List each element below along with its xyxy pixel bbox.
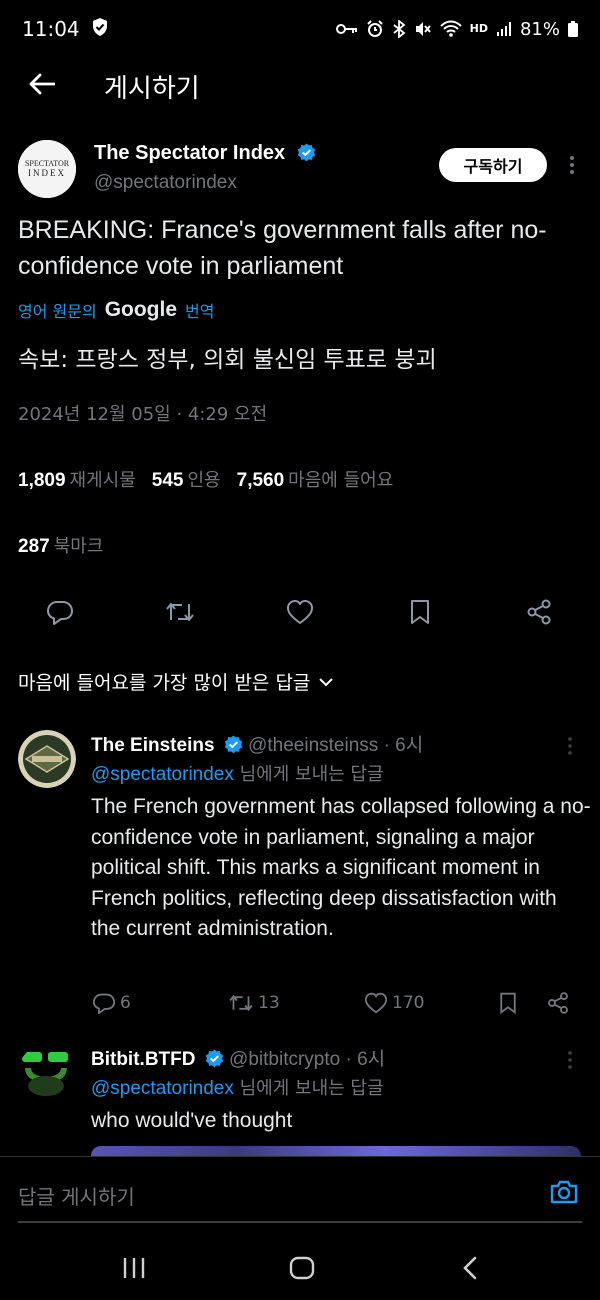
reply-to-line: @spectatorindex 님에게 보내는 답글 (91, 760, 384, 786)
reply-time: · 6시 (383, 735, 424, 756)
share-icon[interactable] (523, 596, 555, 628)
likes-count: 7,560 (236, 470, 285, 491)
avatar[interactable]: SPECTATOR INDEX (18, 140, 76, 198)
post-timestamp[interactable]: 2024년 12월 05일 · 4:29 오전 (18, 400, 267, 426)
reply-time: · 6시 (345, 1049, 386, 1070)
more-options-icon[interactable] (560, 1048, 580, 1072)
compose-divider (18, 1221, 582, 1223)
reply-to-mention[interactable]: @spectatorindex (91, 1078, 234, 1099)
quotes-label: 인용 (187, 470, 221, 491)
post-action-bar (0, 590, 600, 634)
reply-like-button[interactable]: 170 (364, 988, 424, 1018)
like-icon (364, 992, 388, 1014)
battery-icon (568, 21, 578, 37)
bookmarks-label: 북마크 (53, 536, 104, 557)
alarm-icon (366, 20, 384, 38)
reply-item[interactable]: The Einsteins @theeinsteinss · 6시 @spect… (0, 730, 600, 1020)
key-icon (335, 22, 358, 36)
quotes-stat[interactable]: 545 인용 (152, 466, 221, 492)
reposts-stat[interactable]: 1,809 재게시물 (18, 466, 136, 492)
system-nav-bar (0, 1232, 600, 1300)
reply-action-bar: 6 13 170 (0, 988, 600, 1018)
author-name-row[interactable]: The Spectator Index (94, 142, 316, 168)
translate-suffix[interactable]: 번역 (185, 298, 214, 322)
mute-icon (414, 20, 432, 38)
reply-icon (92, 993, 116, 1014)
subscribe-button[interactable]: 구독하기 (439, 148, 547, 182)
repost-icon (229, 994, 253, 1012)
recent-apps-icon[interactable] (114, 1250, 154, 1286)
like-icon[interactable] (284, 596, 316, 628)
reply-likes-count: 170 (392, 993, 425, 1013)
page-title: 게시하기 (104, 74, 200, 104)
reply-repost-button[interactable]: 13 (228, 988, 280, 1018)
reply-icon[interactable] (44, 596, 76, 628)
bookmark-icon[interactable] (498, 988, 518, 1018)
more-options-icon[interactable] (562, 150, 582, 180)
reply-reposts-count: 13 (258, 993, 280, 1013)
reply-header: The Einsteins @theeinsteinss · 6시 (91, 730, 423, 760)
translate-line[interactable]: 영어 원문의 Google 번역 (18, 298, 214, 322)
reply-compose-bar: 답글 게시하기 (0, 1156, 600, 1223)
reply-author-name[interactable]: Bitbit.BTFD (91, 1049, 195, 1070)
translated-text: 속보: 프랑스 정부, 의회 불신임 투표로 붕괴 (18, 347, 437, 373)
avatar[interactable] (18, 730, 76, 788)
avatar-text-top: SPECTATOR (25, 159, 70, 168)
reply-media-preview[interactable] (91, 1146, 581, 1156)
reply-input[interactable]: 답글 게시하기 (18, 1181, 135, 1210)
translate-prefix[interactable]: 영어 원문의 (18, 298, 97, 322)
quotes-count: 545 (151, 470, 184, 491)
reply-to-suffix: 님에게 보내는 답글 (239, 1078, 384, 1099)
reply-author-handle[interactable]: @theeinsteinss (248, 735, 378, 756)
likes-stat[interactable]: 7,560 마음에 들어요 (237, 466, 394, 492)
home-icon[interactable] (282, 1250, 322, 1286)
bluetooth-icon (392, 20, 406, 38)
verified-badge-icon (297, 143, 316, 168)
more-options-icon[interactable] (560, 734, 580, 758)
bookmarks-stat[interactable]: 287 북마크 (18, 532, 103, 558)
avatar-text-bottom: INDEX (28, 168, 66, 178)
reply-text: who would've thought (91, 1109, 293, 1132)
author-handle[interactable]: @spectatorindex (94, 172, 237, 194)
reply-header: Bitbit.BTFD @bitbitcrypto · 6시 (91, 1044, 385, 1074)
signal-icon (496, 21, 512, 37)
reply-author-name[interactable]: The Einsteins (91, 735, 215, 756)
author-name[interactable]: The Spectator Index (94, 142, 285, 164)
reply-sort-dropdown[interactable]: 마음에 들어요를 가장 많이 받은 답글 (18, 668, 334, 695)
reply-to-mention[interactable]: @spectatorindex (91, 764, 234, 785)
chevron-down-icon (318, 671, 334, 693)
google-logo: Google (104, 298, 178, 321)
back-nav-icon[interactable] (450, 1250, 490, 1286)
bookmark-icon[interactable] (404, 596, 436, 628)
status-time: 11:04 (22, 17, 80, 41)
repost-icon[interactable] (164, 596, 196, 628)
avatar[interactable] (18, 1044, 76, 1102)
top-bar: 게시하기 (0, 58, 600, 110)
hd-voice-icon: HD (469, 22, 488, 35)
reply-author-handle[interactable]: @bitbitcrypto (229, 1049, 340, 1070)
post-text: BREAKING: France's government falls afte… (18, 216, 547, 280)
reply-text: The French government has collapsed foll… (91, 795, 591, 940)
share-icon[interactable] (546, 988, 570, 1018)
sort-label: 마음에 들어요를 가장 많이 받은 답글 (18, 672, 311, 694)
status-bar: 11:04 HD 81% (0, 0, 600, 58)
back-arrow-icon[interactable] (24, 66, 60, 102)
post-stats: 1,809 재게시물 545 인용 7,560 마음에 들어요 (18, 466, 393, 492)
shield-check-icon (90, 17, 110, 42)
camera-icon[interactable] (548, 1177, 580, 1207)
reply-reply-button[interactable]: 6 (92, 988, 131, 1018)
reply-replies-count: 6 (120, 993, 131, 1013)
reposts-label: 재게시물 (69, 470, 136, 491)
reposts-count: 1,809 (18, 470, 66, 491)
likes-label: 마음에 들어요 (288, 470, 394, 491)
wifi-icon (439, 20, 462, 38)
battery-percent: 81% (519, 18, 560, 40)
verified-badge-icon (205, 1049, 224, 1074)
verified-badge-icon (224, 735, 243, 760)
reply-to-line: @spectatorindex 님에게 보내는 답글 (91, 1074, 384, 1100)
reply-item[interactable]: Bitbit.BTFD @bitbitcrypto · 6시 @spectato… (0, 1044, 600, 1154)
bookmarks-count: 287 (18, 536, 50, 557)
reply-to-suffix: 님에게 보내는 답글 (239, 764, 384, 785)
post-author: SPECTATOR INDEX The Spectator Index @spe… (18, 140, 582, 204)
